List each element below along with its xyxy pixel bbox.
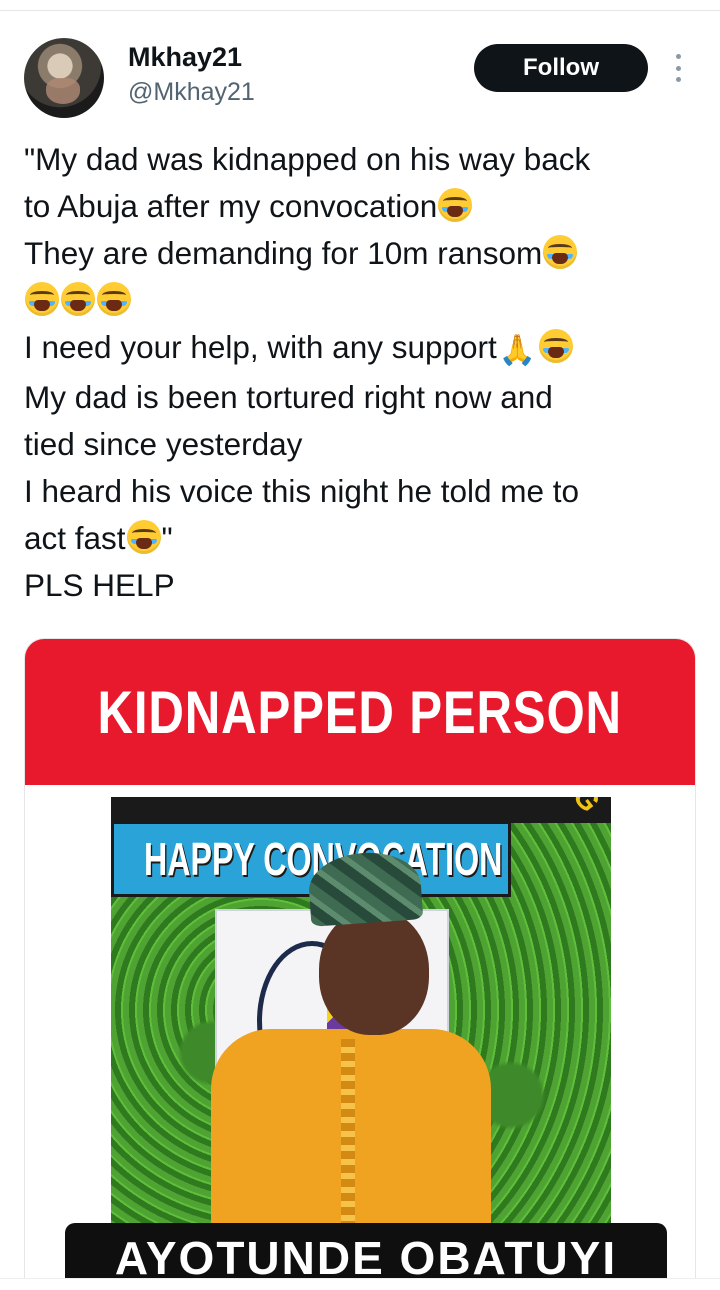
name-plate: AYOTUNDE OBATUYI: [65, 1223, 667, 1278]
loudly-crying-face-icon: [97, 282, 131, 316]
tweet-line: to Abuja after my convocation: [24, 183, 696, 230]
person-body: [211, 1029, 491, 1223]
tweet-image[interactable]: KIDNAPPED PERSON NOLOG HAPPY CONVOCATION…: [24, 638, 696, 1278]
banner-title: KIDNAPPED PERSON: [97, 678, 623, 746]
person-head: [319, 909, 429, 1035]
tweet-line-text: to Abuja after my convocation: [24, 188, 438, 224]
tweet-line: My dad is been tortured right now and: [24, 379, 553, 415]
more-options-icon[interactable]: [668, 50, 688, 86]
loudly-crying-face-icon: [539, 329, 574, 363]
author-name[interactable]: Mkhay21: [128, 42, 242, 73]
tweet-line: I heard his voice this night he told me …: [24, 473, 580, 509]
loudly-crying-face-icon: [25, 282, 59, 316]
tweet-line-text: ": [161, 520, 173, 556]
person-photo: NOLOG HAPPY CONVOCATION: [111, 797, 611, 1223]
tweet-line: They are demanding for 10m ransom: [24, 230, 696, 277]
kidnapped-banner: KIDNAPPED PERSON: [25, 639, 695, 785]
loudly-crying-face-icon: [543, 235, 578, 269]
tweet-line: I need your help, with any support🙏: [24, 324, 696, 374]
tweet-line: "My dad was kidnapped on his way back: [24, 141, 591, 177]
tweet-line: tied since yesterday: [24, 426, 303, 462]
loudly-crying-face-icon: [438, 188, 473, 222]
follow-button[interactable]: Follow: [474, 44, 648, 92]
tweet-line-text: They are demanding for 10m ransom: [24, 235, 543, 271]
tweet-line: act fast ": [24, 515, 696, 562]
avatar[interactable]: [24, 38, 104, 118]
tweet-line-text: act fast: [24, 520, 126, 556]
folded-hands-icon: 🙏: [498, 334, 537, 367]
loudly-crying-face-icon: [61, 282, 95, 316]
bottom-divider: [0, 1278, 720, 1279]
top-divider: [0, 10, 720, 11]
author-handle[interactable]: @Mkhay21: [128, 78, 255, 107]
tweet-text: "My dad was kidnapped on his way back to…: [24, 136, 696, 609]
loudly-crying-face-icon: [126, 520, 161, 554]
photo-top-band: [111, 797, 611, 823]
tweet-line: PLS HELP: [24, 567, 175, 603]
tweet-line-text: I need your help, with any support: [24, 329, 497, 365]
name-plate-text: AYOTUNDE OBATUYI: [114, 1232, 618, 1278]
tweet-line: [24, 277, 696, 324]
